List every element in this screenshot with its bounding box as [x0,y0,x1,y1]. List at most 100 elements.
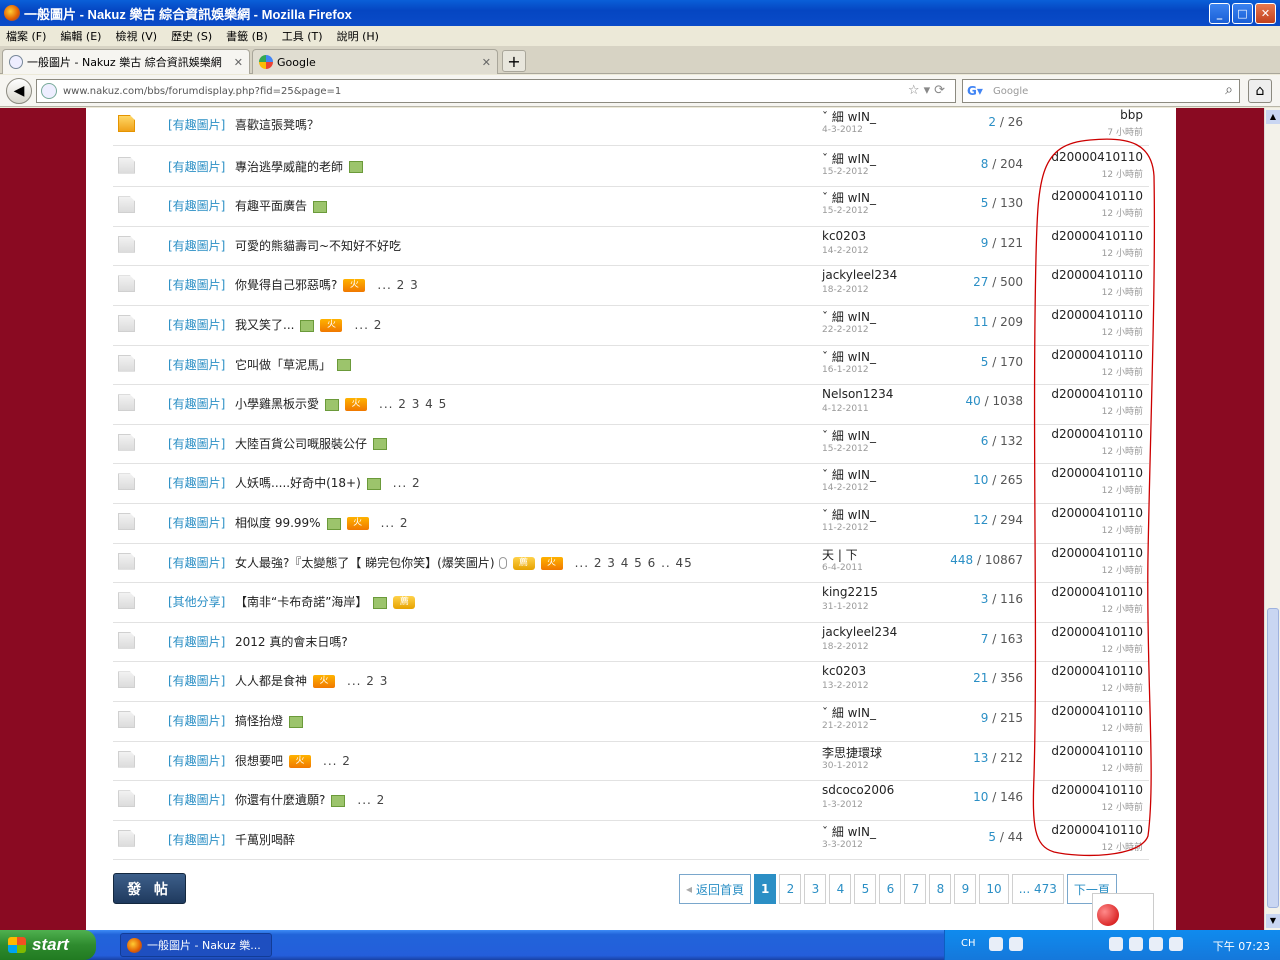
tray-app-icon[interactable] [1109,937,1123,951]
security-icon[interactable] [1169,937,1183,951]
thread-author[interactable]: ˇ 細 wIN_ [822,466,876,483]
page-scrollbar[interactable]: ▲ ▼ [1264,108,1280,930]
scrollbar-thumb[interactable] [1267,608,1279,908]
thread-row[interactable]: [有趣圖片] 它叫做「草泥馬」 ˇ 細 wIN_ 16-1-2012 5 / 170 d2… [113,346,1149,386]
thread-subject[interactable]: 人人都是食神 [235,674,307,688]
pager-home[interactable]: ◂ 返回首頁 [679,874,752,904]
close-tab-icon[interactable]: ✕ [482,56,491,69]
thread-author[interactable]: ˇ 細 wIN_ [822,823,876,840]
google-search-engine-icon[interactable]: G▾ [967,84,983,98]
url-bar[interactable]: www.nakuz.com/bbs/forumdisplay.php?fid=2… [36,79,956,103]
last-post-time[interactable]: 12 小時前 [1102,365,1143,378]
thread-author[interactable]: king2215 [822,585,878,599]
last-post-time[interactable]: 12 小時前 [1102,483,1143,496]
last-post-time[interactable]: 12 小時前 [1102,681,1143,694]
thread-page-links[interactable]: ... 2 [323,754,351,768]
search-input[interactable]: G▾ Google ⌕ [962,79,1240,103]
last-poster[interactable]: d20000410110 [1051,466,1143,480]
thread-subject[interactable]: 小學雞黑板示愛 [235,397,319,411]
thread-row[interactable]: [有趣圖片] 小學雞黑板示愛 火 ... 2 3 4 5 Nelson1234 4-12-… [113,385,1149,425]
thread-author[interactable]: sdcoco2006 [822,783,894,797]
help-icon[interactable] [1009,937,1023,951]
thread-row[interactable]: [有趣圖片] 你覺得自己邪惡嗎? 火 ... 2 3 jackyleel234 18-2-… [113,266,1149,306]
thread-page-links[interactable]: ... 2 3 [377,278,418,292]
last-post-time[interactable]: 12 小時前 [1102,285,1143,298]
thread-subject[interactable]: 喜歡這張凳嗎？ [235,118,319,132]
thread-row[interactable]: [有趣圖片] 人妖嗎.....好奇中(18+) ... 2 ˇ 細 wIN_ 14-2-… [113,464,1149,504]
last-poster[interactable]: d20000410110 [1051,783,1143,797]
pager-page[interactable]: 4 [829,874,852,904]
thread-author[interactable]: ˇ 細 wIN_ [822,427,876,444]
pager-page[interactable]: 10 [979,874,1009,904]
last-post-time[interactable]: 12 小時前 [1102,444,1143,457]
thread-author[interactable]: jackyleel234 [822,268,897,282]
bookmark-star-icon[interactable]: ☆▾⟳ [908,83,949,98]
ime-icon[interactable] [989,937,1003,951]
thread-author[interactable]: ˇ 細 wIN_ [822,189,876,206]
thread-category[interactable]: [有趣圖片] [168,197,225,214]
pager-page[interactable]: 3 [804,874,827,904]
last-post-time[interactable]: 12 小時前 [1102,206,1143,219]
last-poster[interactable]: d20000410110 [1051,744,1143,758]
thread-author[interactable]: 天 | 下 [822,546,858,563]
thread-subject[interactable]: 你覺得自己邪惡嗎? [235,278,337,292]
thread-page-links[interactable]: ... 2 3 4 5 6 .. 45 [575,556,693,570]
thread-subject[interactable]: 可愛的熊貓壽司~不知好不好吃 [235,239,401,253]
thread-author[interactable]: Nelson1234 [822,387,893,401]
menu-item[interactable]: 書籤 (B) [226,28,268,44]
last-poster[interactable]: d20000410110 [1051,348,1143,362]
thread-page-links[interactable]: ... 2 [381,516,409,530]
last-poster[interactable]: d20000410110 [1051,268,1143,282]
last-post-time[interactable]: 12 小時前 [1102,246,1143,259]
thread-author[interactable]: ˇ 細 wIN_ [822,108,876,125]
volume-icon[interactable] [1149,937,1163,951]
thread-author[interactable]: ˇ 細 wIN_ [822,506,876,523]
menu-item[interactable]: 工具 (T) [282,28,323,44]
thread-row[interactable]: [有趣圖片] 相似度 99.99% 火 ... 2 ˇ 細 wIN_ 11-2-2012 1… [113,504,1149,544]
thread-category[interactable]: [有趣圖片] [168,116,225,133]
thread-subject[interactable]: 千萬別喝醉 [235,833,295,847]
pager-page[interactable]: 2 [779,874,802,904]
pager-page[interactable]: 5 [854,874,877,904]
thread-row[interactable]: [有趣圖片] 大陸百貨公司嘅服裝公仔 ˇ 細 wIN_ 15-2-2012 6 / 13… [113,425,1149,465]
thread-category[interactable]: [有趣圖片] [168,316,225,333]
last-post-time[interactable]: 12 小時前 [1102,642,1143,655]
thread-author[interactable]: kc0203 [822,229,866,243]
thread-row[interactable]: [有趣圖片] 專治逃學威龍的老師 ˇ 細 wIN_ 15-2-2012 8 / 204 d… [113,148,1149,188]
thread-category[interactable]: [有趣圖片] [168,554,225,571]
thread-row[interactable]: [有趣圖片] 2012 真的會末日嗎? jackyleel234 18-2-2012 7… [113,623,1149,663]
thread-category[interactable]: [有趣圖片] [168,752,225,769]
thread-subject[interactable]: 【南非“卡布奇諾”海岸】 [235,595,367,609]
close-tab-icon[interactable]: ✕ [234,56,243,69]
pager-page[interactable]: 8 [929,874,952,904]
floating-widget[interactable] [1092,893,1154,931]
thread-category[interactable]: [有趣圖片] [168,514,225,531]
tab-google[interactable]: Google ✕ [252,49,498,74]
last-poster[interactable]: d20000410110 [1051,506,1143,520]
thread-category[interactable]: [有趣圖片] [168,356,225,373]
new-tab-button[interactable]: + [502,50,526,72]
thread-row[interactable]: [有趣圖片] 人人都是食神火 ... 2 3 kc0203 13-2-2012 21 / … [113,662,1149,702]
taskbar-item-firefox[interactable]: 一般圖片 - Nakuz 樂... [120,933,272,957]
thread-category[interactable]: [有趣圖片] [168,633,225,650]
pager-page[interactable]: 9 [954,874,977,904]
thread-row[interactable]: [有趣圖片] 女人最強?『太變態了【 睇完包你笑】(爆笑圖片) 薦火 ... 2 3 … [113,544,1149,584]
thread-row[interactable]: [有趣圖片] 我又笑了... 火 ... 2 ˇ 細 wIN_ 22-2-2012 11 /… [113,306,1149,346]
last-post-time[interactable]: 12 小時前 [1102,721,1143,734]
thread-row[interactable]: [有趣圖片] 千萬別喝醉 ˇ 細 wIN_ 3-3-2012 5 / 44 d200004… [113,821,1149,861]
thread-subject[interactable]: 2012 真的會末日嗎? [235,635,348,649]
thread-page-links[interactable]: ... 2 3 [347,674,388,688]
thread-row[interactable]: [有趣圖片] 搞怪抬燈 ˇ 細 wIN_ 21-2-2012 9 / 215 d20000… [113,702,1149,742]
scroll-up-icon[interactable]: ▲ [1266,110,1280,124]
thread-subject[interactable]: 專治逃學威龍的老師 [235,160,343,174]
thread-author[interactable]: jackyleel234 [822,625,897,639]
thread-category[interactable]: [有趣圖片] [168,237,225,254]
thread-page-links[interactable]: ... 2 [357,793,385,807]
menu-item[interactable]: 檢視 (V) [115,28,157,44]
last-poster[interactable]: d20000410110 [1051,150,1143,164]
thread-row[interactable]: [其他分享] 【南非“卡布奇諾”海岸】 薦 king2215 31-1-2012 3 / … [113,583,1149,623]
minimize-button[interactable]: _ [1209,3,1230,24]
last-poster[interactable]: d20000410110 [1051,585,1143,599]
pager-page[interactable]: 1 [754,874,777,904]
home-button[interactable]: ⌂ [1248,79,1272,103]
